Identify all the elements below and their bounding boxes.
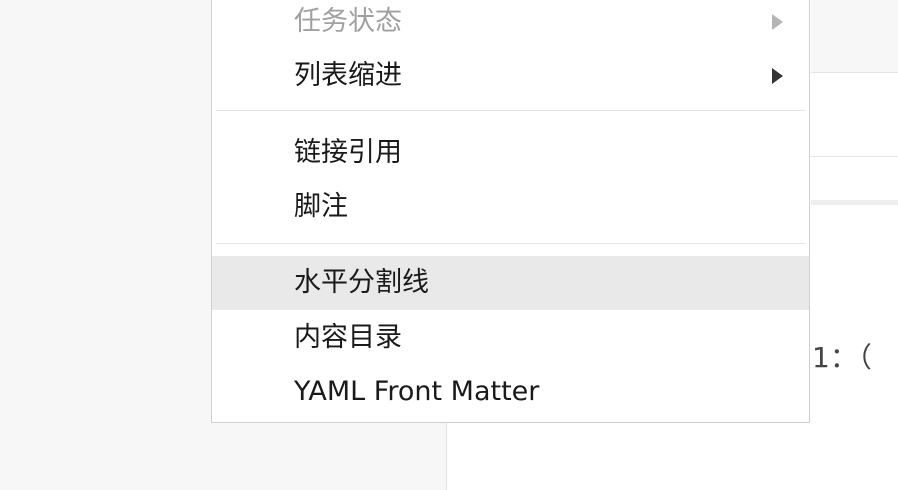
menu-item-footnote[interactable]: 脚注 (212, 180, 809, 234)
menu-separator (216, 243, 805, 244)
menu-item-label: 任务状态 (294, 6, 402, 37)
editor-text[interactable]: 1：（ (812, 338, 872, 378)
menu-separator (216, 110, 805, 111)
menu-item-list-indent[interactable]: 列表缩进 (212, 49, 809, 103)
divider (811, 156, 898, 157)
menu-item-label: 链接引用 (294, 137, 402, 168)
menu-item-yaml-front-matter[interactable]: YAML Front Matter (212, 365, 809, 419)
menu-item-label: YAML Front Matter (294, 376, 540, 407)
menu-item-horizontal-rule[interactable]: 水平分割线 (212, 256, 809, 310)
screen: 1：（ 任务状态 列表缩进 链接引用 脚注 水平分割线 内容目录 YAML Fr… (0, 0, 898, 490)
menu-item-label: 水平分割线 (294, 267, 429, 298)
menu-item-link-reference[interactable]: 链接引用 (212, 126, 809, 180)
divider (811, 200, 898, 205)
menu-item-label: 内容目录 (294, 322, 402, 353)
menu-item-table-of-contents[interactable]: 内容目录 (212, 311, 809, 365)
menu-item-task-status[interactable]: 任务状态 (212, 0, 809, 49)
submenu-arrow-icon (772, 14, 783, 30)
editor-toolbar (811, 0, 898, 73)
menu-item-label: 列表缩进 (294, 60, 402, 91)
submenu-arrow-icon (772, 68, 783, 84)
context-menu: 任务状态 列表缩进 链接引用 脚注 水平分割线 内容目录 YAML Front … (211, 0, 810, 423)
menu-item-label: 脚注 (294, 191, 348, 222)
